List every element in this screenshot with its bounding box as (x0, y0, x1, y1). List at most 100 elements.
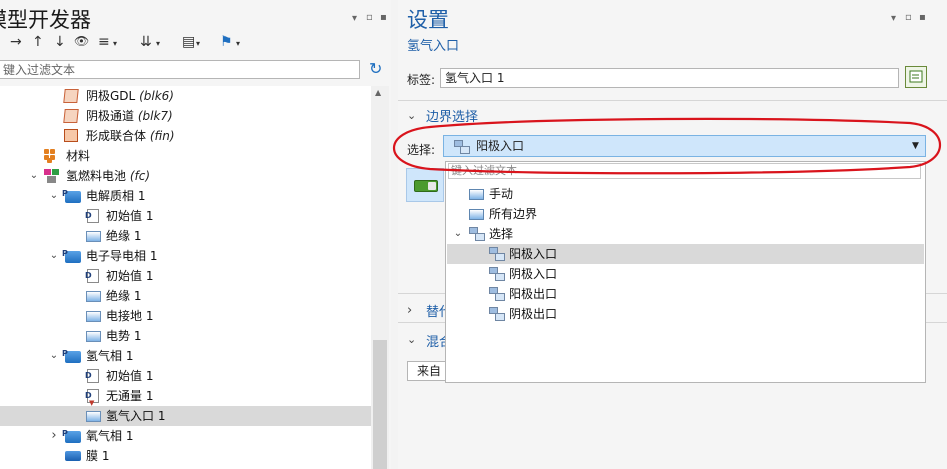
tree-item-label: 氢燃料电池 (66, 169, 127, 183)
selection-icon (454, 140, 470, 154)
dropdown-item-manual[interactable]: 手动 (447, 184, 924, 204)
move-right-icon[interactable]: → (10, 34, 22, 50)
tree-item-label: 电接地 1 (106, 309, 154, 323)
tree-item-label: 绝缘 1 (106, 229, 142, 243)
physics-icon[interactable]: ⚑ (220, 34, 233, 50)
dropdown-filter-input[interactable]: 键入过滤文本 (448, 163, 921, 179)
tree-item-hydrogen-inlet[interactable]: 氢气入口 1 (0, 406, 371, 426)
tree-item-insulation[interactable]: 绝缘 1 (0, 286, 371, 306)
selection-group-icon (469, 227, 485, 241)
expand-chevron-icon[interactable]: ⌄ (48, 186, 60, 206)
view-caret-icon[interactable]: ▾ (196, 39, 200, 48)
section-expand-icon[interactable]: ⌄ (407, 109, 416, 122)
tree-item-form-union[interactable]: 形成联合体 (fin) (0, 126, 371, 146)
tree-item-oxygen-phase[interactable]: › 氧气相 1 (0, 424, 371, 446)
tree-item-initial-values[interactable]: 初始值 1 (0, 206, 371, 226)
toggle-icon (414, 180, 438, 192)
tree-item-no-flux[interactable]: 无通量 1 (0, 386, 371, 413)
boundary-selection-section-title[interactable]: 边界选择 (426, 106, 478, 125)
sort-icon[interactable]: ≡ (98, 34, 110, 50)
tree-item-electric-ground[interactable]: 电接地 1 (0, 306, 371, 326)
show-icon[interactable]: 👁 (74, 34, 89, 48)
sort-caret-icon[interactable]: ▾ (113, 39, 117, 48)
dropdown-item-selections[interactable]: ⌄ 选择 (447, 224, 924, 244)
tree-item-hydrogen-phase[interactable]: ⌄ 氢气相 1 (0, 344, 371, 366)
selection-icon (489, 287, 505, 301)
tree-item-hydrogen-fuel-cell[interactable]: ⌄ 氢燃料电池 (fc) (0, 166, 371, 186)
edit-label-icon (909, 70, 923, 83)
dropdown-caret-icon[interactable]: ▼ (912, 136, 919, 156)
physics-caret-icon[interactable]: ▾ (236, 39, 240, 48)
dropdown-item-anode-outlet[interactable]: 阳极出口 (447, 284, 924, 304)
initial-values-icon (85, 366, 99, 386)
tree-item-cathode-channel[interactable]: 阴极通道 (blk7) (0, 106, 371, 126)
tree-item-label: 形成联合体 (86, 129, 147, 143)
phase-icon (62, 424, 81, 444)
panel-restore-icon[interactable]: ▫ (366, 12, 373, 23)
expand-chevron-icon[interactable]: ⌄ (28, 166, 40, 186)
section-expand-icon[interactable]: ⌄ (407, 333, 416, 346)
panel-menu-icon[interactable]: ▾ (352, 13, 357, 24)
label-field-label: 标签: (407, 73, 436, 87)
initial-values-icon (85, 206, 99, 226)
tree-toolbar: → ↑ ↓ 👁 ≡ ▾ ⇊ ▾ ▤ ▾ ⚑ ▾ (10, 34, 280, 54)
panel-pin-icon[interactable]: ▪ (919, 12, 926, 23)
tree-item-label: 无通量 1 (106, 389, 154, 403)
dropdown-item-anode-inlet[interactable]: 阳极入口 (447, 244, 924, 264)
tree-item-label: 电势 1 (106, 329, 142, 343)
expand-chevron-icon[interactable]: ⌄ (48, 346, 60, 366)
tree-item-insulation[interactable]: 绝缘 1 (0, 226, 371, 246)
label-action-button[interactable] (905, 66, 927, 88)
tree-item-label: 材料 (66, 149, 91, 163)
selection-dropdown-list: 键入过滤文本 手动 所有边界 ⌄ 选择 阳极入口 阴极入口 阳极出口 阴极出口 (445, 161, 926, 383)
section-collapse-icon[interactable]: › (407, 303, 412, 318)
tree-item-membrane[interactable]: 膜 1 (0, 446, 371, 466)
selection-combobox[interactable]: 阳极入口 ▼ (443, 135, 926, 157)
tree-item-initial-values[interactable]: 初始值 1 (0, 366, 371, 386)
panel-menu-icon[interactable]: ▾ (891, 13, 896, 24)
scrollbar-thumb[interactable] (373, 340, 387, 469)
expand-icon[interactable]: ⇊ (140, 34, 152, 50)
dropdown-item-cathode-inlet[interactable]: 阴极入口 (447, 264, 924, 284)
dropdown-item-all-boundaries[interactable]: 所有边界 (447, 204, 924, 224)
move-up-icon[interactable]: ↑ (32, 34, 44, 50)
activate-selection-toggle[interactable] (406, 168, 444, 202)
tree-item-materials[interactable]: 材料 (0, 146, 371, 166)
tree-item-label: 电子导电相 1 (86, 249, 158, 263)
boundary-icon (86, 311, 101, 322)
panel-pin-icon[interactable]: ▪ (380, 12, 387, 23)
form-union-icon (64, 129, 78, 142)
panel-title: 模型开发器 (0, 8, 91, 32)
no-flux-icon (85, 386, 99, 413)
dropdown-item-label: 阴极出口 (509, 307, 558, 321)
collapse-chevron-icon[interactable]: › (48, 426, 60, 446)
expand-chevron-icon[interactable]: ⌄ (48, 246, 60, 266)
tree-item-electron-phase[interactable]: ⌄ 电子导电相 1 (0, 244, 371, 266)
move-down-icon[interactable]: ↓ (54, 34, 66, 50)
tree-item-label: 氢气入口 1 (106, 409, 166, 423)
tree-item-electrolyte-phase[interactable]: ⌄ 电解质相 1 (0, 184, 371, 206)
scroll-up-icon[interactable]: ▲ (375, 88, 381, 97)
model-builder-panel: 模型开发器 ▾ ▫ ▪ → ↑ ↓ 👁 ≡ ▾ ⇊ ▾ ▤ ▾ ⚑ ▾ 键入过滤… (0, 0, 391, 469)
tree-item-cathode-gdl[interactable]: 阴极GDL (blk6) (0, 86, 371, 106)
fuel-cell-icon (44, 169, 59, 183)
panel-restore-icon[interactable]: ▫ (905, 12, 912, 23)
from-button[interactable]: 来自 (407, 361, 447, 381)
block-icon (63, 109, 79, 123)
label-input[interactable]: 氢气入口 1 (440, 68, 899, 88)
initial-values-icon (85, 266, 99, 286)
panel-subtitle: 氢气入口 (407, 39, 460, 54)
expand-caret-icon[interactable]: ▾ (156, 39, 160, 48)
tree-item-tag: (blk7) (137, 109, 173, 123)
expand-chevron-icon[interactable]: ⌄ (452, 224, 464, 244)
dropdown-item-label: 阴极入口 (509, 267, 558, 281)
tree-item-initial-values[interactable]: 初始值 1 (0, 266, 371, 286)
tree-item-electric-potential[interactable]: 电势 1 (0, 326, 371, 346)
all-boundaries-icon (469, 209, 484, 220)
dropdown-item-cathode-outlet[interactable]: 阴极出口 (447, 304, 924, 324)
view-icon[interactable]: ▤ (182, 34, 195, 50)
phase-icon (62, 344, 81, 364)
refresh-icon[interactable]: ↻ (369, 59, 382, 78)
tree-filter-input[interactable]: 键入过滤文本 (0, 60, 360, 79)
tree-item-label: 膜 1 (86, 449, 110, 463)
